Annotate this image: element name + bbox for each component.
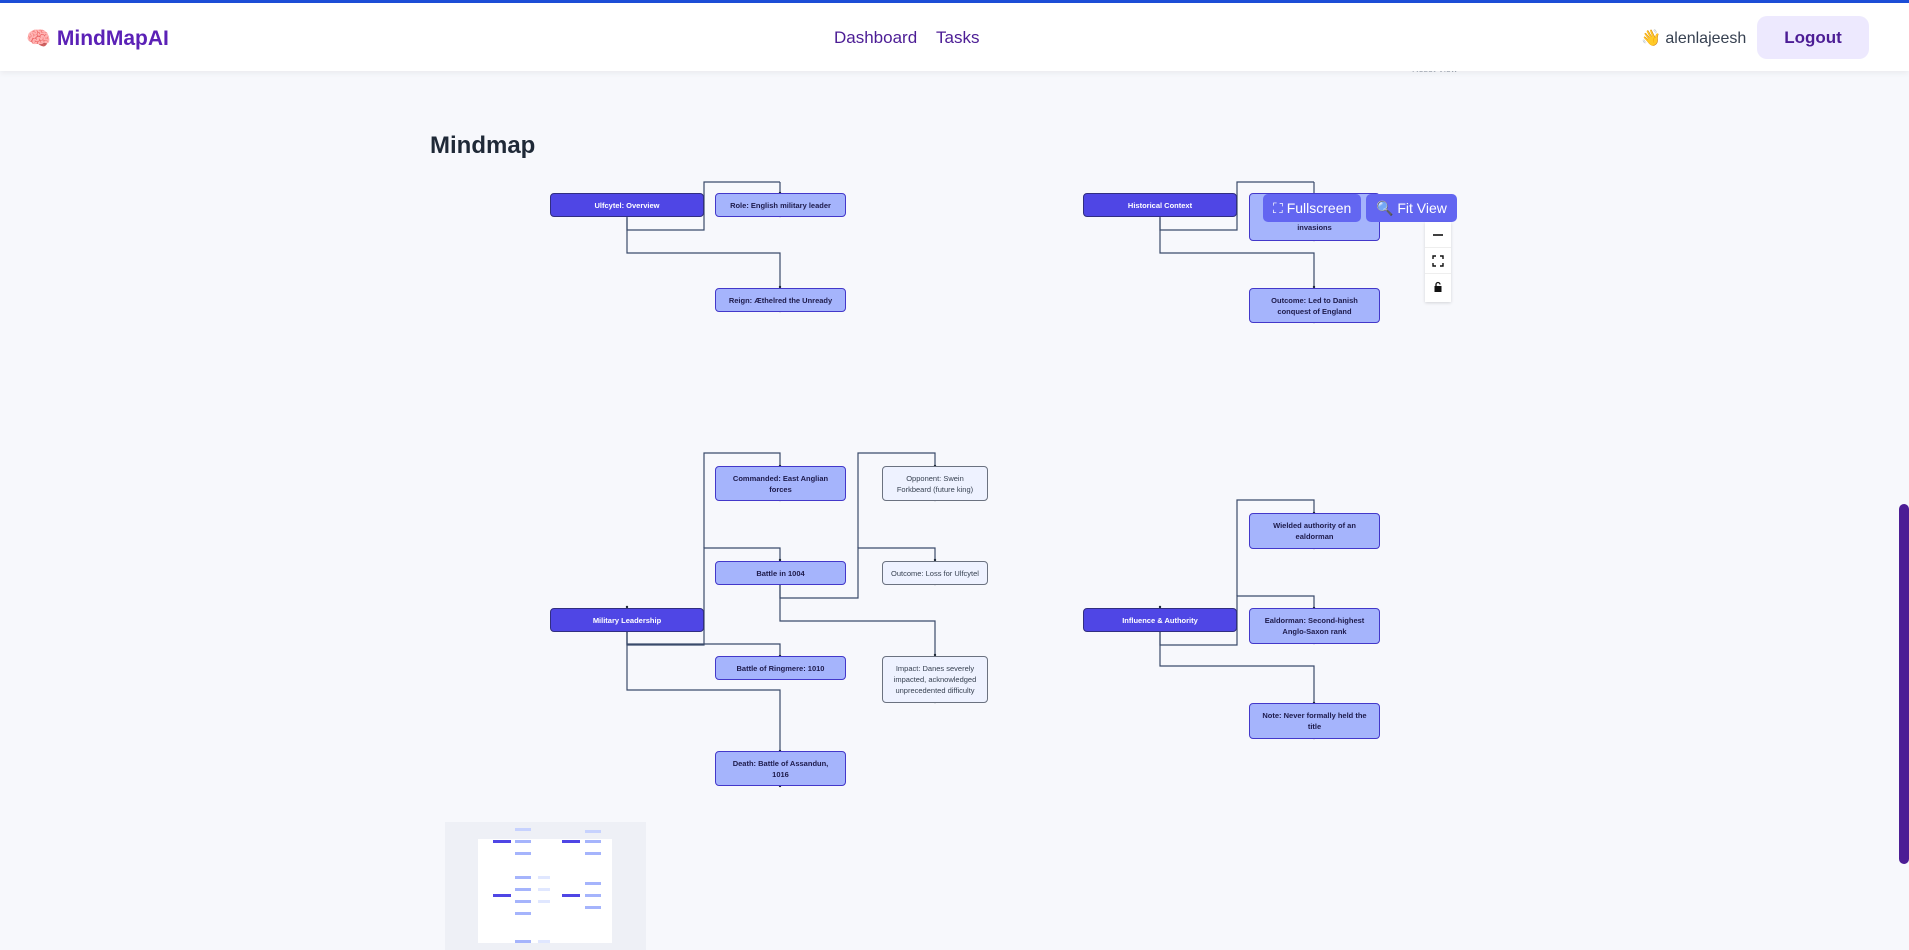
node-outcome-loss[interactable]: Outcome: Loss for Ulfcytel — [882, 561, 988, 585]
node-ealdorman-rank[interactable]: Ealdorman: Second-highest Anglo-Saxon ra… — [1249, 608, 1380, 644]
nav-tasks-link[interactable]: Tasks — [936, 28, 979, 48]
node-battle-1004[interactable]: Battle in 1004 — [715, 561, 846, 585]
node-influence-authority[interactable]: Influence & Authority — [1083, 608, 1237, 632]
brain-icon: 🧠 — [26, 28, 51, 50]
fit-view-icon[interactable] — [1425, 248, 1451, 274]
fullscreen-button[interactable]: ⛶ Fullscreen — [1263, 194, 1362, 222]
node-role[interactable]: Role: English military leader — [715, 193, 846, 217]
logout-button[interactable]: Logout — [1757, 16, 1869, 59]
node-opponent-swein[interactable]: Opponent: Swein Forkbeard (future king) — [882, 466, 988, 501]
vertical-scrollbar[interactable] — [1899, 504, 1909, 864]
node-ulfcytel-overview[interactable]: Ulfcytel: Overview — [550, 193, 704, 217]
node-historical-context[interactable]: Historical Context — [1083, 193, 1237, 217]
node-ealdorman-authority[interactable]: Wielded authority of an ealdorman — [1249, 513, 1380, 549]
lock-icon[interactable] — [1425, 274, 1451, 300]
user-greeting: 👋 alenlajeesh — [1641, 30, 1747, 47]
node-impact-danes[interactable]: Impact: Danes severely impacted, acknowl… — [882, 656, 988, 703]
flow-controls — [1425, 222, 1451, 302]
navbar: 🧠 MindMapAI Dashboard Tasks 👋 alenlajees… — [0, 3, 1909, 71]
node-note-title[interactable]: Note: Never formally held the title — [1249, 703, 1380, 739]
node-east-anglian-forces[interactable]: Commanded: East Anglian forces — [715, 466, 846, 501]
brand-logo[interactable]: 🧠 MindMapAI — [26, 26, 169, 51]
brand-name: MindMapAI — [56, 26, 169, 50]
zoom-out-icon[interactable] — [1425, 222, 1451, 248]
nav-dashboard-link[interactable]: Dashboard — [834, 28, 917, 48]
node-outcome-danish-conquest[interactable]: Outcome: Led to Danish conquest of Engla… — [1249, 288, 1380, 323]
minimap[interactable] — [445, 822, 646, 950]
node-military-leadership[interactable]: Military Leadership — [550, 608, 704, 632]
node-reign[interactable]: Reign: Æthelred the Unready — [715, 288, 846, 312]
fit-view-button[interactable]: 🔍 Fit View — [1366, 194, 1457, 222]
node-battle-ringmere[interactable]: Battle of Ringmere: 1010 — [715, 656, 846, 680]
node-death-assandun[interactable]: Death: Battle of Assandun, 1016 — [715, 751, 846, 786]
